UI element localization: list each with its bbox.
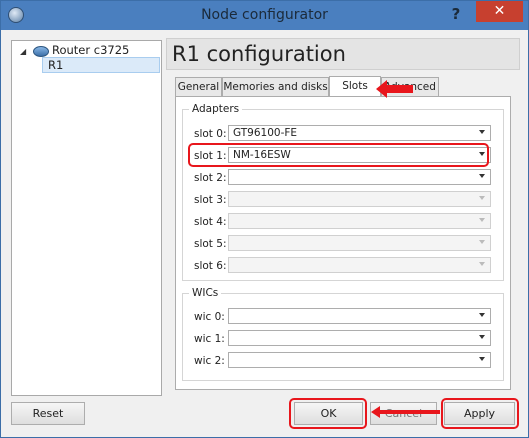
chevron-down-icon (479, 262, 485, 266)
router-icon (33, 46, 49, 57)
slot-4-select (228, 213, 491, 229)
tab-memories-and-disks[interactable]: Memories and disks (222, 77, 329, 96)
slot-0-value: GT96100-FE (233, 127, 298, 139)
chevron-down-icon (479, 357, 485, 361)
title-bar: Node configurator ? ✕ (1, 1, 528, 30)
slot-4-label: slot 4: (194, 216, 227, 228)
wics-group-label: WICs (189, 287, 222, 299)
chevron-down-icon (479, 335, 485, 339)
tab-general[interactable]: General (175, 77, 222, 96)
slot-5-select (228, 235, 491, 251)
slot-1-highlight (188, 143, 489, 167)
wic-2-label: wic 2: (194, 355, 225, 367)
slot-2-label: slot 2: (194, 172, 227, 184)
cancel-arrow-icon (371, 406, 440, 418)
tab-slots[interactable]: Slots (329, 76, 381, 97)
wic-2-select[interactable] (228, 352, 491, 368)
slots-arrow-icon (376, 80, 413, 98)
slot-3-select (228, 191, 491, 207)
node-tree: ◢ Router c3725 group R1 (11, 40, 162, 396)
tree-item-r1[interactable]: R1 (42, 57, 160, 73)
adapters-group: Adapters slot 0: GT96100-FE slot 1: NM-1… (182, 103, 504, 281)
ok-highlight (289, 398, 367, 429)
slots-tab-panel: Adapters slot 0: GT96100-FE slot 1: NM-1… (175, 96, 511, 390)
close-button[interactable]: ✕ (476, 1, 523, 22)
chevron-down-icon (479, 218, 485, 222)
expand-arrow-icon[interactable]: ◢ (20, 47, 26, 56)
help-button[interactable]: ? (445, 4, 467, 24)
slot-3-label: slot 3: (194, 194, 227, 206)
reset-button[interactable]: Reset (11, 402, 85, 425)
wic-0-select[interactable] (228, 308, 491, 324)
page-title: R1 configuration (166, 38, 520, 70)
chevron-down-icon (479, 174, 485, 178)
chevron-down-icon (479, 196, 485, 200)
chevron-down-icon (479, 313, 485, 317)
slot-0-select[interactable]: GT96100-FE (228, 125, 491, 141)
apply-highlight (441, 398, 519, 429)
slot-6-select (228, 257, 491, 273)
chevron-down-icon (479, 240, 485, 244)
slot-0-label: slot 0: (194, 128, 227, 140)
slot-5-label: slot 5: (194, 238, 227, 250)
main-panel: R1 configuration General Memories and di… (166, 36, 520, 397)
node-configurator-window: Node configurator ? ✕ ◢ Router c3725 gro… (0, 0, 529, 438)
slot-6-label: slot 6: (194, 260, 227, 272)
slot-2-select[interactable] (228, 169, 491, 185)
chevron-down-icon (479, 130, 485, 134)
wic-0-label: wic 0: (194, 311, 225, 323)
wics-group: WICs wic 0: wic 1: wic 2: (182, 287, 504, 381)
wic-1-label: wic 1: (194, 333, 225, 345)
adapters-group-label: Adapters (189, 103, 243, 115)
wic-1-select[interactable] (228, 330, 491, 346)
